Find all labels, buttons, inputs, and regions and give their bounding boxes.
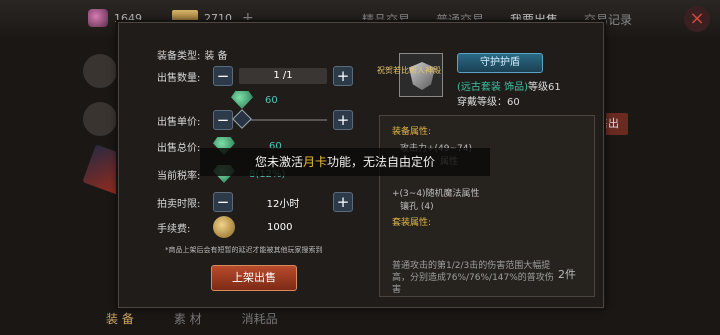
list-for-sale-button[interactable]: 上架出售 [211, 265, 297, 291]
set-piece-count: 2件 [558, 268, 576, 281]
gold-coins-icon [213, 216, 235, 238]
item-set: (远古套装 饰品) [457, 82, 528, 93]
fee-value: 1000 [267, 221, 293, 233]
magic-attr: +(3~4)随机魔法属性 [392, 189, 480, 199]
type-value: 装 备 [204, 50, 228, 62]
close-button[interactable]: × [684, 6, 710, 32]
time-value: 12小时 [266, 198, 300, 210]
time-label: 拍卖时限: [157, 198, 201, 210]
type-row: 装备类型: 装 备 [157, 43, 228, 65]
set-description: 普通攻击的第1/2/3击的伤害范围大幅提高，分别造成76%/76%/147%的普… [392, 261, 554, 295]
toast-text-after: 功能，无法自由定价 [327, 155, 436, 169]
attr-heading: 装备属性: [392, 127, 432, 137]
unit-price-row: 出售单价: − + [157, 109, 353, 131]
listing-note: *商品上架后会有短暂的延迟才能被其他玩家搜索到 [165, 246, 323, 254]
time-minus-button[interactable]: − [213, 192, 233, 212]
toast-text-before: 您未激活 [254, 155, 303, 169]
quantity-plus-button[interactable]: + [333, 66, 353, 86]
set-heading: 套装属性: [392, 218, 432, 228]
time-row: 拍卖时限: − 12小时 + [157, 191, 353, 213]
price-slider[interactable] [232, 109, 327, 129]
gem-icon [88, 9, 108, 27]
item-stats-box: 装备属性: 攻击力+(49~74) 属性 +(3~4)随机魔法属性 镶孔 (4)… [379, 115, 595, 297]
toast-highlight: 月卡 [302, 155, 327, 169]
scale-icon[interactable] [83, 102, 117, 136]
item-level: 等级61 [527, 82, 561, 93]
quantity-label: 出售数量: [157, 72, 201, 84]
unit-price-label: 出售单价: [157, 116, 201, 128]
price-top-value: 60 [265, 94, 278, 106]
price-minus-button[interactable]: − [213, 110, 233, 130]
type-label: 装备类型: [157, 50, 201, 62]
price-display: 60 [231, 89, 278, 111]
fee-row: 手续费: 1000 [157, 216, 292, 238]
item-required-level: 穿戴等级：60 [457, 97, 520, 108]
item-set-line: (远古套装 饰品)等级61 [457, 78, 561, 93]
broadcast-text: 祝贺若比新人神殿 [377, 66, 441, 75]
quantity-minus-button[interactable]: − [213, 66, 233, 86]
quantity-row: 出售数量: − 1 /1 + [157, 65, 353, 87]
price-plus-button[interactable]: + [333, 110, 353, 130]
fee-label: 手续费: [157, 223, 191, 235]
quantity-field[interactable]: 1 /1 [239, 68, 327, 84]
slider-track [239, 119, 327, 121]
socket-count: 镶孔 (4) [400, 202, 434, 212]
green-gem-icon [231, 91, 253, 109]
slider-knob[interactable] [232, 109, 252, 129]
monthly-card-toast: 您未激活月卡功能，无法自由定价 [200, 148, 490, 176]
item-name-badge: 守护护盾 [457, 53, 543, 73]
time-plus-button[interactable]: + [333, 192, 353, 212]
helmet-icon[interactable] [83, 54, 117, 88]
